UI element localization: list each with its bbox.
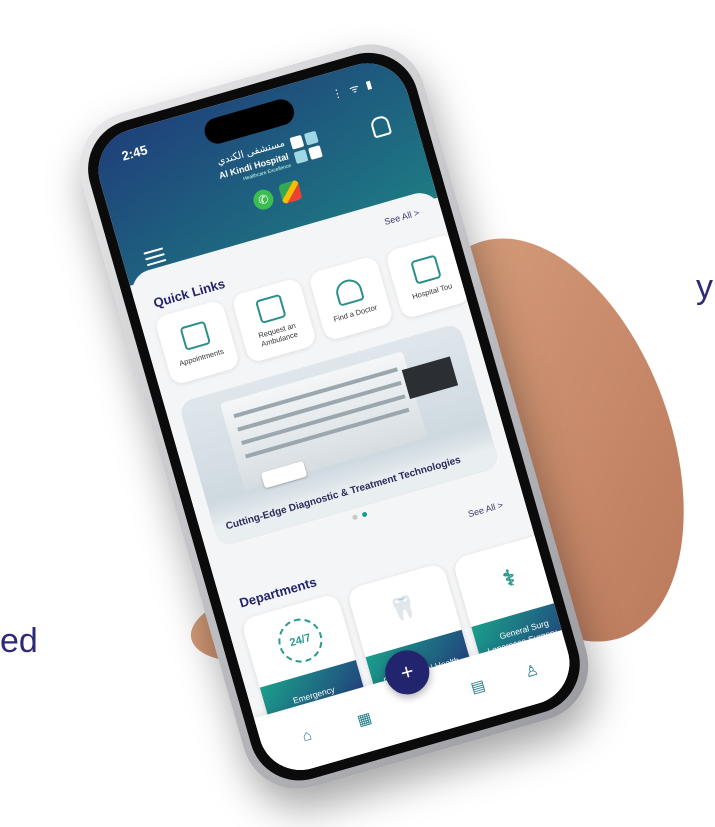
quick-link-find-doctor[interactable]: Find a Doctor — [307, 255, 395, 342]
calendar-icon — [179, 320, 211, 351]
hamburger-menu-icon[interactable] — [143, 247, 167, 267]
doctor-icon — [333, 276, 365, 307]
status-time: 2:45 — [119, 142, 150, 164]
quick-link-hospital-tour[interactable]: Hospital Tou — [384, 233, 472, 320]
carousel-dots — [351, 511, 368, 521]
hospital-icon — [410, 253, 442, 285]
phone-body: 2:45 ⋮ ᯤ ▮ مستشفى الكندي Al Kindi Hospit… — [66, 31, 602, 803]
ambulance-icon — [255, 293, 287, 324]
quick-link-ambulance[interactable]: Request an Ambulance — [230, 277, 318, 364]
24-7-icon: 24/7 — [273, 613, 328, 668]
whatsapp-icon[interactable]: ✆ — [251, 187, 276, 213]
quick-link-label: Request an Ambulance — [257, 320, 299, 349]
departments-see-all[interactable]: See All > — [467, 500, 504, 519]
carousel-dot[interactable] — [351, 514, 359, 521]
calendar-nav-icon[interactable]: ▦ — [352, 708, 377, 733]
phone-bezel: 2:45 ⋮ ᯤ ▮ مستشفى الكندي Al Kindi Hospit… — [76, 41, 592, 793]
notification-bell-icon[interactable] — [369, 114, 393, 139]
quick-link-label: Find a Doctor — [332, 302, 379, 324]
quick-link-appointments[interactable]: Appointments — [153, 299, 241, 386]
surgeon-icon: ⚕ — [500, 564, 519, 592]
quick-link-label: Appointments — [178, 346, 225, 368]
whatsapp-glyph: ✆ — [256, 191, 271, 208]
marketing-text-fragment-bottom: ed — [0, 622, 38, 660]
phone: 2:45 ⋮ ᯤ ▮ مستشفى الكندي Al Kindi Hospit… — [0, 11, 656, 803]
app-screen: 2:45 ⋮ ᯤ ▮ مستشفى الكندي Al Kindi Hospit… — [88, 53, 580, 780]
profile-icon[interactable]: ♙ — [520, 660, 545, 685]
building-entrance — [401, 356, 459, 399]
main-content: See All > Quick Links Appointments Reque… — [127, 187, 580, 780]
hospital-nav-icon[interactable]: ▤ — [466, 675, 491, 700]
quick-links-see-all[interactable]: See All > — [383, 207, 420, 226]
marketing-text-fragment-top: y — [696, 268, 713, 306]
tooth-icon: 🦷 — [386, 592, 421, 625]
maps-icon[interactable] — [277, 179, 303, 205]
home-icon[interactable]: ⌂ — [295, 724, 320, 749]
status-icons: ⋮ ᯤ ▮ — [330, 78, 376, 102]
carousel-dot-active[interactable] — [361, 511, 368, 518]
logo-mark-icon — [289, 130, 324, 165]
